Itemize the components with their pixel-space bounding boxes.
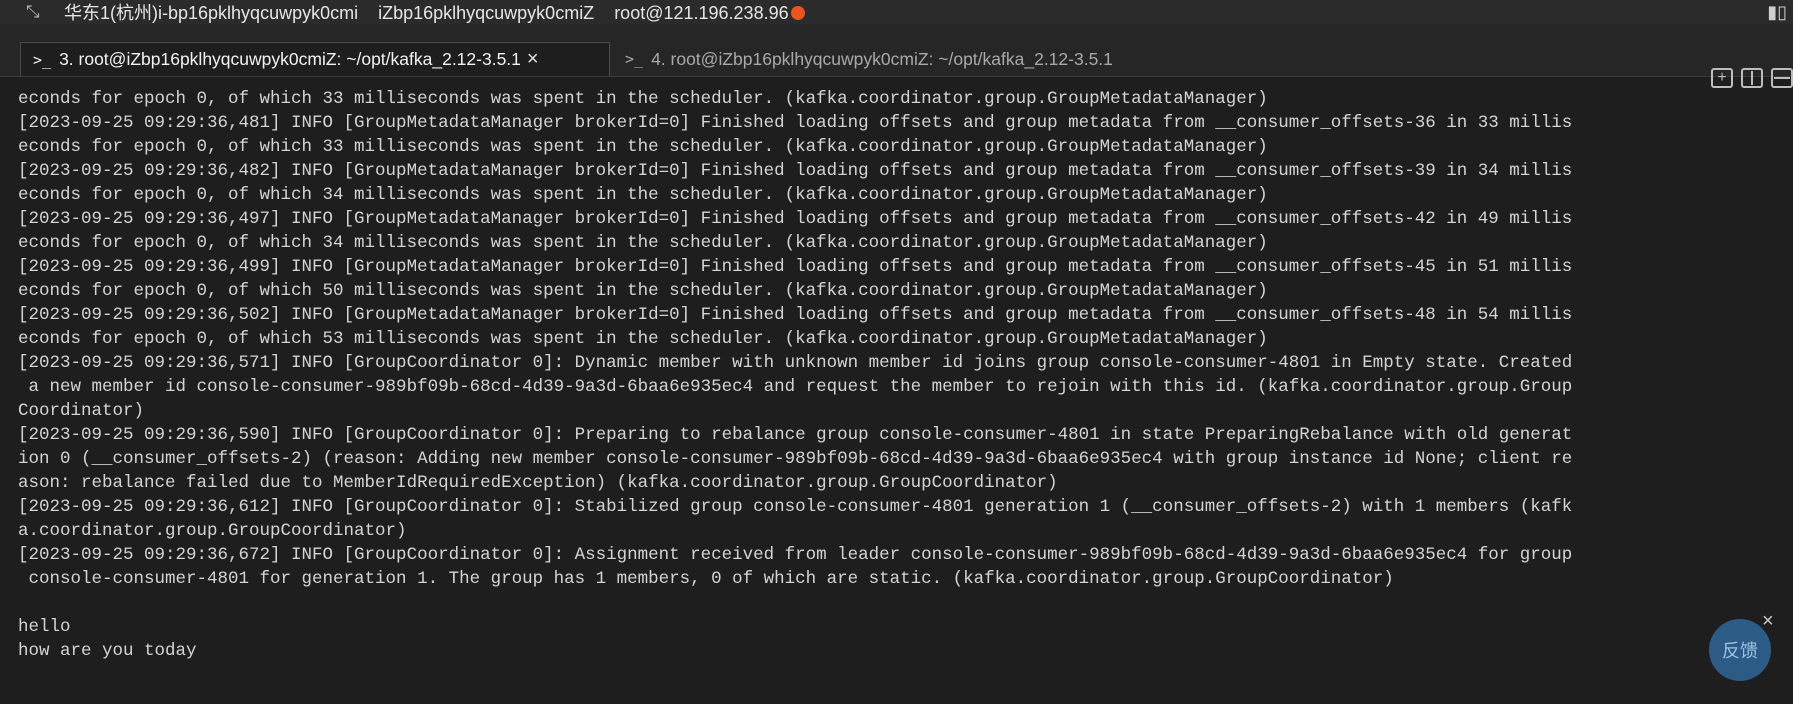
terminal-line: [2023-09-25 09:29:36,612] INFO [GroupCoo… bbox=[18, 497, 1573, 517]
terminal-line: econds for epoch 0, of which 50 millisec… bbox=[18, 281, 1268, 301]
terminal-line: econds for epoch 0, of which 34 millisec… bbox=[18, 185, 1268, 205]
terminal-prompt-icon: >_ bbox=[625, 50, 644, 68]
ubuntu-logo-icon bbox=[790, 6, 805, 20]
title-region: 华东1(杭州)i-bp16pklhyqcuwpyk0cmi bbox=[64, 3, 359, 23]
terminal-line: ion 0 (__consumer_offsets-2) (reason: Ad… bbox=[18, 449, 1573, 469]
tab-label: 3. root@iZbp16pklhyqcuwpyk0cmiZ: ~/opt/k… bbox=[59, 49, 521, 69]
terminal-line: [2023-09-25 09:29:36,571] INFO [GroupCoo… bbox=[18, 353, 1573, 373]
terminal-line: [2023-09-25 09:29:36,497] INFO [GroupMet… bbox=[18, 209, 1573, 229]
terminal-line: [2023-09-25 09:29:36,482] INFO [GroupMet… bbox=[18, 161, 1573, 181]
terminal-line: hello bbox=[18, 617, 71, 637]
terminal-line: econds for epoch 0, of which 33 millisec… bbox=[18, 89, 1268, 109]
tab-bar: >_ 3. root@iZbp16pklhyqcuwpyk0cmiZ: ~/op… bbox=[0, 24, 1793, 88]
tab-session-4[interactable]: >_ 4. root@iZbp16pklhyqcuwpyk0cmiZ: ~/op… bbox=[613, 42, 1193, 76]
close-icon[interactable]: × bbox=[527, 48, 539, 71]
terminal-line: [2023-09-25 09:29:36,499] INFO [GroupMet… bbox=[18, 257, 1573, 277]
terminal-lines: econds for epoch 0, of which 33 millisec… bbox=[0, 77, 1793, 663]
terminal-line: how are you today bbox=[18, 641, 197, 661]
feedback-close-icon[interactable]: × bbox=[1762, 610, 1774, 633]
tab-session-3[interactable]: >_ 3. root@iZbp16pklhyqcuwpyk0cmiZ: ~/op… bbox=[20, 42, 610, 76]
terminal-line: econds for epoch 0, of which 53 millisec… bbox=[18, 329, 1268, 349]
panel-toggle-icon[interactable]: ▮▯ bbox=[1767, 2, 1787, 23]
terminal-line: econds for epoch 0, of which 33 millisec… bbox=[18, 137, 1268, 157]
terminal-line: a.coordinator.group.GroupCoordinator) bbox=[18, 521, 407, 541]
terminal-line: econds for epoch 0, of which 34 millisec… bbox=[18, 233, 1268, 253]
terminal-line: Coordinator) bbox=[18, 401, 145, 421]
terminal-line: [2023-09-25 09:29:36,481] INFO [GroupMet… bbox=[18, 113, 1573, 133]
terminal-prompt-icon: >_ bbox=[33, 50, 52, 69]
terminal-line: a new member id console-consumer-989bf09… bbox=[18, 377, 1573, 397]
title-text: 华东1(杭州)i-bp16pklhyqcuwpyk0cmi iZbp16pklhy… bbox=[64, 0, 805, 25]
terminal-line: [2023-09-25 09:29:36,672] INFO [GroupCoo… bbox=[18, 545, 1573, 565]
terminal-line: console-consumer-4801 for generation 1. … bbox=[18, 569, 1394, 589]
collapse-arrows-icon[interactable]: ⤡ bbox=[26, 2, 50, 22]
terminal-line: [2023-09-25 09:29:36,590] INFO [GroupCoo… bbox=[18, 425, 1573, 445]
terminal-output[interactable]: econds for epoch 0, of which 33 millisec… bbox=[0, 77, 1793, 704]
title-login: root@121.196.238.96 bbox=[614, 3, 789, 23]
terminal-line: ason: rebalance failed due to MemberIdRe… bbox=[18, 473, 1058, 493]
tab-label: 4. root@iZbp16pklhyqcuwpyk0cmiZ: ~/opt/k… bbox=[651, 48, 1113, 69]
terminal-line: [2023-09-25 09:29:36,502] INFO [GroupMet… bbox=[18, 305, 1573, 325]
title-host: iZbp16pklhyqcuwpyk0cmiZ bbox=[378, 3, 595, 23]
title-bar: ⤡ 华东1(杭州)i-bp16pklhyqcuwpyk0cmi iZbp16pkl… bbox=[0, 0, 1793, 24]
